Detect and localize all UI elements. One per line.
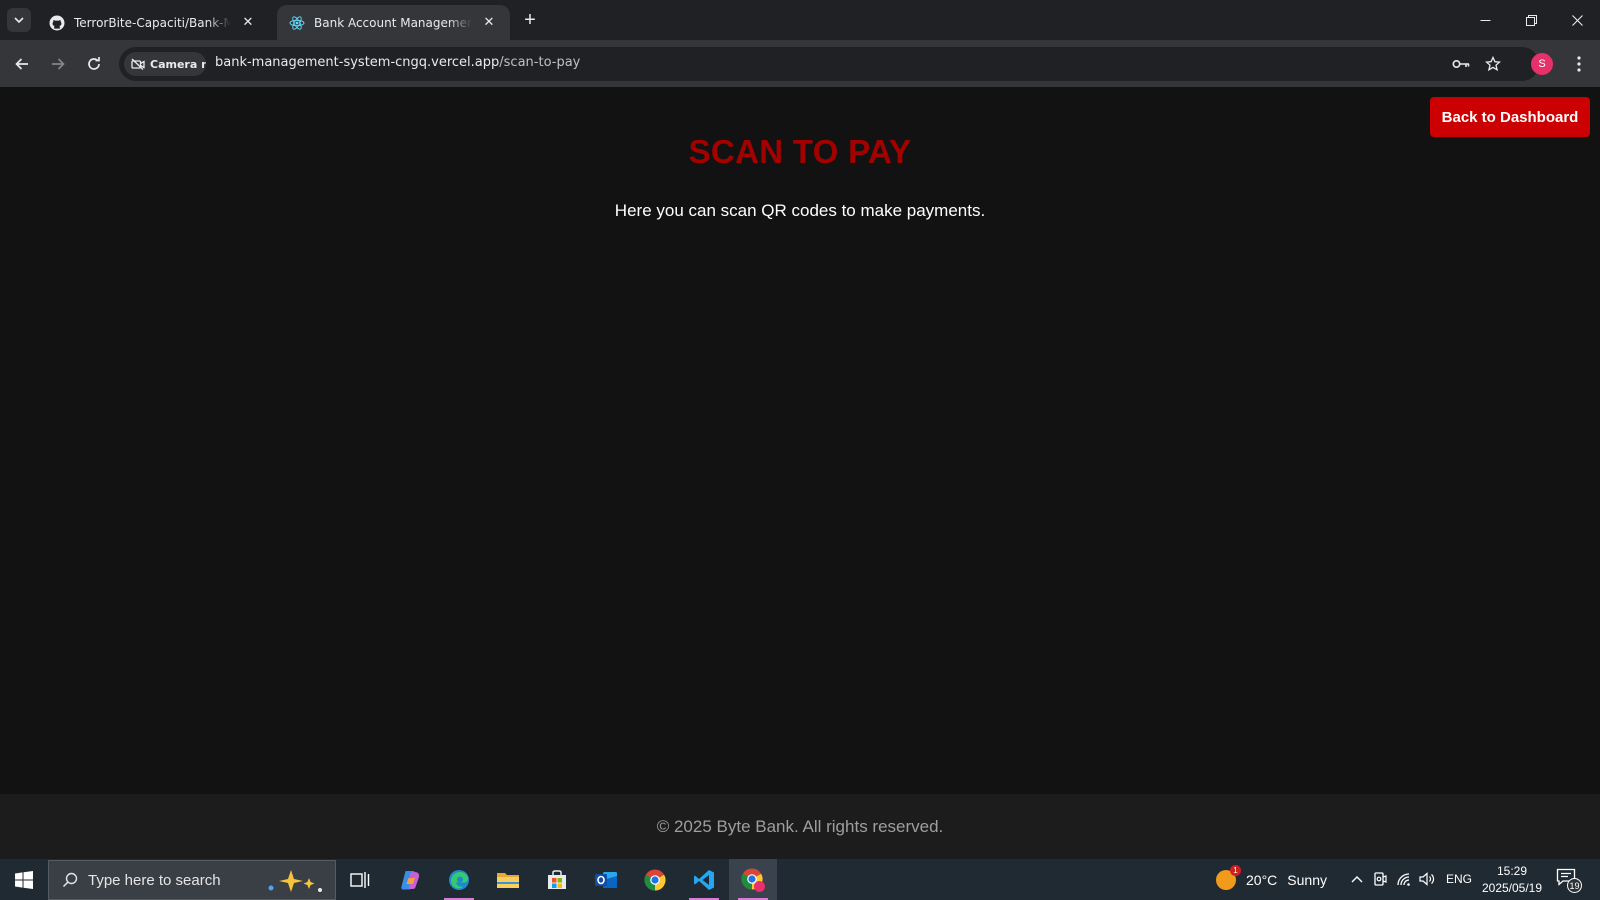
search-highlight-icon bbox=[268, 870, 322, 892]
chrome-app[interactable] bbox=[631, 859, 679, 900]
task-view-icon bbox=[350, 871, 370, 888]
site-chip-label: Camera n bbox=[150, 57, 206, 71]
input-language[interactable]: ENG bbox=[1446, 872, 1472, 886]
minimize-icon bbox=[1480, 19, 1490, 21]
github-icon bbox=[49, 15, 65, 30]
taskbar-search-box[interactable]: Type here to search bbox=[48, 860, 336, 900]
camera-off-icon bbox=[131, 58, 145, 70]
edge-app[interactable] bbox=[435, 859, 483, 900]
start-button[interactable] bbox=[0, 859, 48, 900]
store-icon bbox=[548, 869, 566, 889]
file-explorer-icon bbox=[497, 872, 519, 888]
weather-condition: Sunny bbox=[1287, 871, 1327, 888]
tab-github[interactable]: TerrorBite-Capaciti/Bank-Manag ✕ bbox=[37, 5, 269, 40]
back-nav-button[interactable] bbox=[9, 51, 35, 77]
network-button[interactable] bbox=[1395, 870, 1413, 888]
windows-logo-icon bbox=[15, 870, 33, 889]
bookmark-star-button[interactable] bbox=[1481, 52, 1505, 76]
edge-icon bbox=[449, 869, 469, 890]
restore-button[interactable] bbox=[1508, 0, 1554, 40]
speaker-icon bbox=[1419, 872, 1435, 886]
copyright-text: © 2025 Byte Bank. All rights reserved. bbox=[656, 817, 944, 836]
site-info-chip[interactable]: Camera n bbox=[124, 52, 206, 76]
url-text[interactable]: bank-management-system-cngq.vercel.app/s… bbox=[215, 55, 580, 70]
close-tab-icon[interactable]: ✕ bbox=[239, 14, 257, 32]
profile-avatar[interactable]: S bbox=[1531, 53, 1553, 75]
close-tab-icon[interactable]: ✕ bbox=[480, 14, 498, 32]
browser-window: TerrorBite-Capaciti/Bank-Manag ✕ Bank Ac… bbox=[0, 0, 1600, 87]
notification-count: 19 bbox=[1567, 878, 1582, 893]
close-icon bbox=[1571, 14, 1583, 26]
outlook-icon bbox=[595, 871, 617, 888]
windows-taskbar: Type here to search 1 20°C Sunny ENG 15:… bbox=[0, 859, 1600, 900]
url-host: bank-management-system-cngq.vercel.app bbox=[215, 55, 500, 70]
back-to-dashboard-button[interactable]: Back to Dashboard bbox=[1430, 97, 1590, 137]
page-footer: © 2025 Byte Bank. All rights reserved. bbox=[0, 794, 1600, 859]
minimize-button[interactable] bbox=[1462, 0, 1508, 40]
address-bar[interactable]: Camera n bank-management-system-cngq.ver… bbox=[119, 47, 1539, 81]
page-description: Here you can scan QR codes to make payme… bbox=[614, 201, 986, 220]
meet-now-button[interactable] bbox=[1371, 870, 1389, 888]
reload-icon bbox=[88, 57, 100, 70]
weather-alert-badge: 1 bbox=[1230, 864, 1241, 876]
new-tab-button[interactable]: + bbox=[518, 8, 542, 32]
chrome-profile-app[interactable] bbox=[729, 859, 777, 900]
chevron-up-icon bbox=[1351, 876, 1363, 883]
notification-center-button[interactable]: 19 bbox=[1556, 868, 1582, 893]
react-icon bbox=[289, 15, 305, 30]
more-vertical-icon bbox=[1577, 56, 1581, 72]
camera-icon bbox=[1374, 872, 1387, 886]
tab-title: Bank Account Management Sys bbox=[314, 15, 472, 30]
copilot-app[interactable] bbox=[386, 859, 434, 900]
page-title: SCAN TO PAY bbox=[688, 133, 912, 170]
reload-button[interactable] bbox=[81, 51, 107, 77]
arrow-right-icon bbox=[52, 58, 65, 70]
sun-icon: 1 bbox=[1216, 864, 1241, 890]
outlook-app[interactable] bbox=[582, 859, 630, 900]
star-icon bbox=[1485, 56, 1501, 72]
vscode-app[interactable] bbox=[680, 859, 728, 900]
copilot-icon bbox=[401, 870, 420, 889]
tab-search-button[interactable] bbox=[7, 8, 31, 32]
plus-icon: + bbox=[524, 8, 536, 31]
tab-strip: TerrorBite-Capaciti/Bank-Manag ✕ Bank Ac… bbox=[0, 0, 1600, 40]
restore-icon bbox=[1525, 14, 1537, 26]
page-content: Back to Dashboard SCAN TO PAY Here you c… bbox=[0, 87, 1600, 794]
key-icon bbox=[1452, 59, 1470, 69]
forward-nav-button[interactable] bbox=[45, 51, 71, 77]
microsoft-store-app[interactable] bbox=[533, 859, 581, 900]
weather-widget[interactable]: 1 20°C Sunny bbox=[1216, 859, 1327, 900]
task-view-button[interactable] bbox=[336, 859, 384, 900]
show-hidden-icons-button[interactable] bbox=[1348, 870, 1366, 888]
volume-button[interactable] bbox=[1418, 870, 1436, 888]
file-explorer-app[interactable] bbox=[484, 859, 532, 900]
weather-temperature: 20°C bbox=[1246, 871, 1278, 888]
search-icon bbox=[62, 872, 78, 888]
vscode-icon bbox=[694, 869, 714, 890]
password-key-button[interactable] bbox=[1449, 52, 1473, 76]
wifi-icon bbox=[1397, 873, 1410, 886]
profile-initial: S bbox=[1538, 58, 1546, 70]
browser-toolbar: Camera n bank-management-system-cngq.ver… bbox=[0, 40, 1600, 87]
close-window-button[interactable] bbox=[1554, 0, 1600, 40]
chevron-down-icon bbox=[14, 17, 24, 24]
chrome-icon bbox=[644, 869, 666, 890]
clock-time: 15:29 bbox=[1496, 864, 1528, 878]
system-clock[interactable]: 15:29 2025/05/19 bbox=[1476, 863, 1548, 897]
arrow-left-icon bbox=[15, 58, 28, 70]
tab-title: TerrorBite-Capaciti/Bank-Manag bbox=[74, 15, 231, 30]
clock-date: 2025/05/19 bbox=[1481, 881, 1543, 895]
browser-menu-button[interactable] bbox=[1567, 51, 1591, 77]
chrome-profile-icon bbox=[741, 868, 765, 892]
search-placeholder: Type here to search bbox=[88, 871, 221, 889]
url-path: /scan-to-pay bbox=[499, 55, 581, 70]
tab-bank-account[interactable]: Bank Account Management Sys ✕ bbox=[277, 5, 510, 40]
